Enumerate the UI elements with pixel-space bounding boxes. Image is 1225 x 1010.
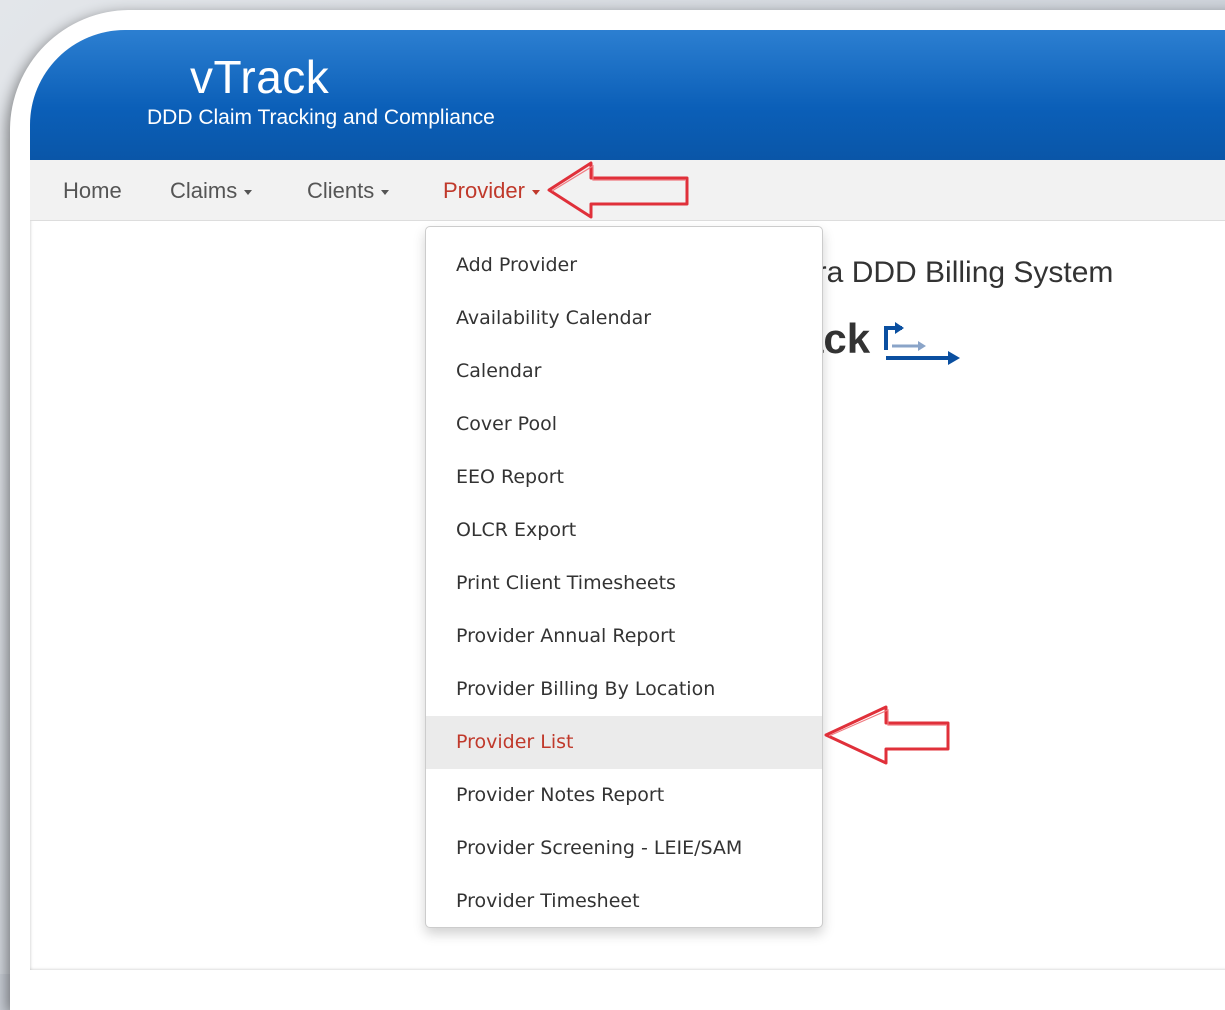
caret-down-icon xyxy=(381,189,390,195)
menu-item-olcr-export[interactable]: OLCR Export xyxy=(426,504,822,557)
menu-item-eeo-report[interactable]: EEO Report xyxy=(426,451,822,504)
menu-item-provider-billing-by-location[interactable]: Provider Billing By Location xyxy=(426,663,822,716)
menu-item-provider-notes-report[interactable]: Provider Notes Report xyxy=(426,769,822,822)
menu-item-provider-list[interactable]: Provider List xyxy=(426,716,822,769)
menu-item-calendar[interactable]: Calendar xyxy=(426,345,822,398)
menu-item-add-provider[interactable]: Add Provider xyxy=(426,239,822,292)
menu-item-provider-timesheet[interactable]: Provider Timesheet xyxy=(426,875,822,928)
annotation-arrow-icon xyxy=(824,705,950,765)
caret-down-icon xyxy=(531,189,540,195)
app-subtitle: DDD Claim Tracking and Compliance xyxy=(147,106,495,129)
nav-clients-label: Clients xyxy=(307,178,375,203)
menu-item-provider-screening[interactable]: Provider Screening - LEIE/SAM xyxy=(426,822,822,875)
menu-item-print-client-timesheets[interactable]: Print Client Timesheets xyxy=(426,557,822,610)
nav-home-label: Home xyxy=(63,178,122,203)
app-header: vTrack DDD Claim Tracking and Compliance xyxy=(30,30,1225,160)
provider-dropdown-menu: Add Provider Availability Calendar Calen… xyxy=(425,226,823,928)
nav-provider-label: Provider xyxy=(443,178,525,203)
nav-home[interactable]: Home xyxy=(63,178,122,204)
menu-item-provider-annual-report[interactable]: Provider Annual Report xyxy=(426,610,822,663)
nav-clients[interactable]: Clients xyxy=(307,178,390,204)
nav-claims[interactable]: Claims xyxy=(170,178,253,204)
app-title: vTrack xyxy=(190,51,330,103)
nav-provider[interactable]: Provider xyxy=(443,178,540,204)
nav-claims-label: Claims xyxy=(170,178,238,203)
menu-item-cover-pool[interactable]: Cover Pool xyxy=(426,398,822,451)
annotation-arrow-icon xyxy=(547,161,689,219)
arrows-logo-icon xyxy=(884,322,960,365)
caret-down-icon xyxy=(244,189,253,195)
menu-item-availability-calendar[interactable]: Availability Calendar xyxy=(426,292,822,345)
welcome-heading: hra DDD Billing System xyxy=(800,256,1114,289)
